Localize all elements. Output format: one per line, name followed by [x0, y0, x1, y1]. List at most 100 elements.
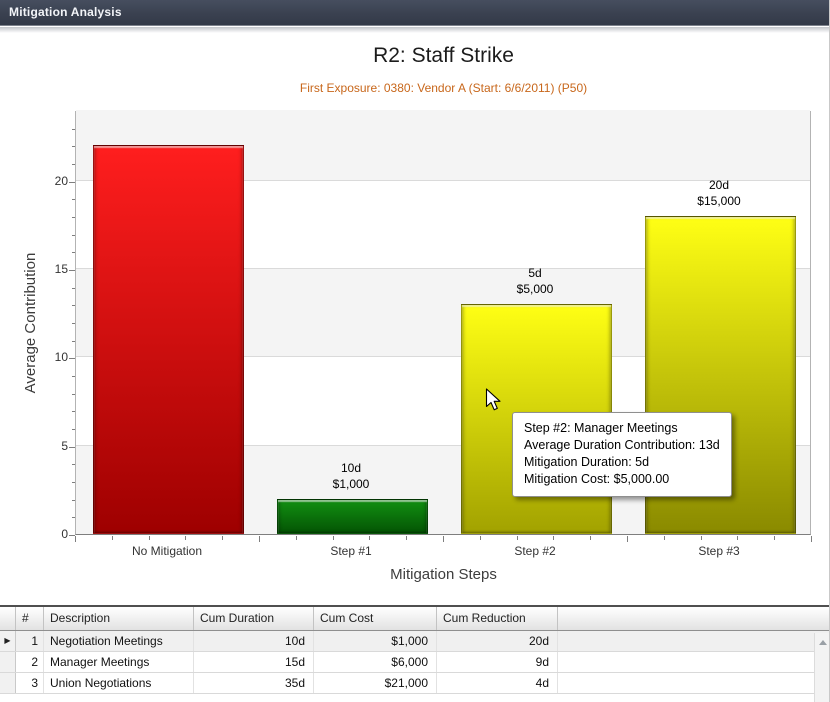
x-minor-tick [112, 536, 113, 540]
table-scrollbar[interactable] [814, 633, 830, 702]
cell-description: Negotiation Meetings [44, 631, 194, 651]
cell-cum-duration: 15d [194, 652, 314, 672]
y-minor-tick [72, 500, 75, 501]
table-row[interactable]: 3Union Negotiations35d$21,0004d [0, 673, 830, 694]
current-row-marker-icon[interactable]: ▶ [0, 631, 16, 651]
x-minor-tick [517, 536, 518, 540]
column-header[interactable]: Description [44, 607, 194, 630]
y-tick-label: 0 [38, 527, 68, 541]
y-major-tick [69, 358, 75, 359]
y-minor-tick [72, 252, 75, 253]
x-category-label: No Mitigation [87, 544, 247, 558]
y-major-tick [69, 447, 75, 448]
row-selector[interactable] [0, 652, 16, 672]
row-selector[interactable] [0, 673, 16, 693]
cell-number: 3 [16, 673, 44, 693]
y-minor-tick [72, 323, 75, 324]
column-header[interactable]: Cum Cost [314, 607, 437, 630]
x-minor-tick [296, 536, 297, 540]
y-axis-title: Average Contribution [22, 228, 42, 418]
y-minor-tick [72, 411, 75, 412]
x-minor-tick [222, 536, 223, 540]
chart-subtitle: First Exposure: 0380: Vendor A (Start: 6… [75, 81, 812, 95]
y-minor-tick [72, 464, 75, 465]
chart-tooltip: Step #2: Manager MeetingsAverage Duratio… [512, 412, 732, 497]
cell-number: 1 [16, 631, 44, 651]
x-minor-tick [774, 536, 775, 540]
x-axis-title: Mitigation Steps [75, 566, 812, 583]
x-minor-tick [553, 536, 554, 540]
x-major-tick [811, 536, 812, 542]
y-minor-tick [72, 394, 75, 395]
chart-bar[interactable] [93, 145, 244, 534]
chart-title: R2: Staff Strike [75, 44, 812, 68]
x-category-label: Step #3 [639, 544, 799, 558]
x-minor-tick [406, 536, 407, 540]
column-header[interactable]: Cum Reduction [437, 607, 558, 630]
x-major-tick [627, 536, 628, 542]
column-header[interactable]: # [16, 607, 44, 630]
y-tick-label: 10 [38, 350, 68, 364]
header-row-selector [0, 607, 16, 630]
x-minor-tick [369, 536, 370, 540]
tooltip-line: Step #2: Manager Meetings [524, 420, 720, 437]
y-major-tick [69, 182, 75, 183]
y-minor-tick [72, 376, 75, 377]
cell-cum-reduction: 9d [437, 652, 558, 672]
scroll-up-button[interactable] [815, 635, 830, 650]
x-minor-tick [701, 536, 702, 540]
tooltip-line: Mitigation Cost: $5,000.00 [524, 471, 720, 488]
x-minor-tick [333, 536, 334, 540]
x-category-label: Step #2 [455, 544, 615, 558]
x-major-tick [443, 536, 444, 542]
y-minor-tick [72, 217, 75, 218]
tooltip-line: Mitigation Duration: 5d [524, 454, 720, 471]
cell-cum-reduction: 4d [437, 673, 558, 693]
up-arrow-icon [819, 640, 827, 645]
mitigation-table: #DescriptionCum DurationCum CostCum Redu… [0, 605, 830, 702]
cell-cum-cost: $6,000 [314, 652, 437, 672]
x-category-label: Step #1 [271, 544, 431, 558]
table-row[interactable]: ▶1Negotiation Meetings10d$1,00020d [0, 631, 830, 652]
cell-description: Manager Meetings [44, 652, 194, 672]
y-minor-tick [72, 429, 75, 430]
column-header[interactable]: Cum Duration [194, 607, 314, 630]
x-minor-tick [737, 536, 738, 540]
table-row[interactable]: 2Manager Meetings15d$6,0009d [0, 652, 830, 673]
table-header-row: #DescriptionCum DurationCum CostCum Redu… [0, 607, 830, 631]
y-tick-label: 15 [38, 262, 68, 276]
y-tick-label: 20 [38, 174, 68, 188]
y-minor-tick [72, 341, 75, 342]
y-minor-tick [72, 146, 75, 147]
x-minor-tick [185, 536, 186, 540]
tooltip-line: Average Duration Contribution: 13d [524, 437, 720, 454]
cell-description: Union Negotiations [44, 673, 194, 693]
cell-cum-cost: $1,000 [314, 631, 437, 651]
x-major-tick [75, 536, 76, 542]
bar-value-label: 5d $5,000 [455, 265, 615, 297]
chart-bar[interactable] [277, 499, 428, 534]
y-major-tick [69, 270, 75, 271]
x-minor-tick [480, 536, 481, 540]
y-minor-tick [72, 199, 75, 200]
y-minor-tick [72, 288, 75, 289]
y-minor-tick [72, 129, 75, 130]
cell-cum-duration: 35d [194, 673, 314, 693]
x-major-tick [259, 536, 260, 542]
y-minor-tick [72, 305, 75, 306]
mitigation-analysis-window: Mitigation Analysis R2: Staff Strike Fir… [0, 0, 830, 702]
cell-filler [558, 631, 830, 651]
x-minor-tick [149, 536, 150, 540]
mouse-cursor [485, 388, 503, 413]
cell-filler [558, 652, 830, 672]
cell-cum-cost: $21,000 [314, 673, 437, 693]
y-minor-tick [72, 235, 75, 236]
y-minor-tick [72, 482, 75, 483]
y-tick-label: 5 [38, 439, 68, 453]
x-minor-tick [590, 536, 591, 540]
y-minor-tick [72, 164, 75, 165]
cell-cum-duration: 10d [194, 631, 314, 651]
cell-cum-reduction: 20d [437, 631, 558, 651]
y-minor-tick [72, 517, 75, 518]
bar-value-label: 20d $15,000 [639, 177, 799, 209]
